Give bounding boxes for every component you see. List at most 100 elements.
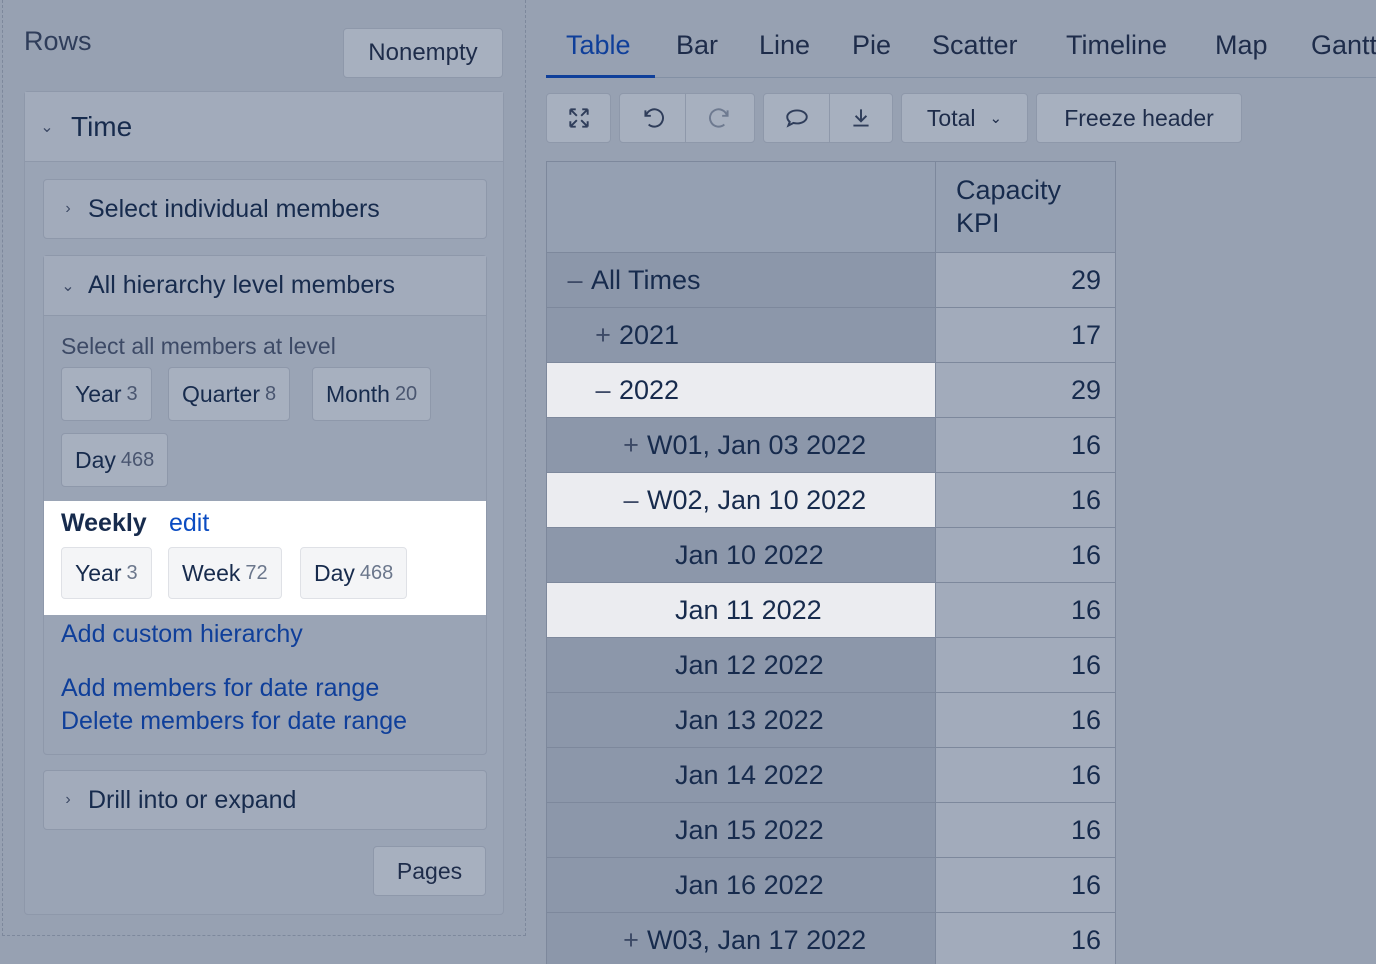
row-header-label: Jan 12 2022 [675, 649, 824, 680]
expand-icon[interactable]: + [619, 430, 643, 461]
row-header-label: Jan 15 2022 [675, 814, 824, 845]
level-name: Month [326, 380, 390, 407]
row-header-label: W01, Jan 03 2022 [647, 429, 867, 460]
level-chip-month[interactable]: Month 20 [312, 367, 432, 421]
tab-timeline[interactable]: Timeline [1066, 30, 1167, 61]
tab-scatter[interactable]: Scatter [932, 30, 1018, 61]
value-cell: 16 [935, 802, 1116, 858]
time-dimension-header[interactable]: ⌄ Time [25, 92, 503, 162]
level-count: 8 [264, 382, 277, 405]
row-header-cell[interactable]: – W02, Jan 10 2022 [546, 472, 936, 528]
nonempty-button[interactable]: Nonempty [343, 28, 503, 78]
tab-bar[interactable]: Bar [676, 30, 718, 61]
row-header-cell[interactable]: +2021 [546, 307, 936, 363]
time-dimension-box: ⌄ Time › Select individual members ⌄ All… [24, 91, 504, 915]
download-icon [853, 109, 869, 127]
column-header-line1: Capacity [956, 175, 1062, 205]
level-chip-day[interactable]: Day 468 [61, 433, 169, 487]
row-header-cell[interactable]: –2022 [546, 362, 936, 418]
table-row: Jan 10 2022 16 [546, 527, 1116, 583]
row-header-cell[interactable]: – All Times [546, 252, 936, 308]
table-row: Jan 13 2022 16 [546, 692, 1116, 748]
row-header-label: All Times [591, 264, 701, 295]
table-row: +2021 17 [546, 307, 1116, 363]
delete-date-range-link[interactable]: Delete members for date range [61, 707, 407, 736]
table-row: –2022 29 [546, 362, 1116, 418]
chevron-right-icon: › [65, 200, 71, 217]
row-header-cell[interactable]: + W01, Jan 03 2022 [546, 417, 936, 473]
all-hierarchy-level-members-header[interactable]: ⌄ All hierarchy level members [44, 256, 486, 316]
row-header-cell[interactable]: + W03, Jan 17 2022 [546, 912, 936, 964]
chevron-down-icon: ⌄ [61, 277, 75, 295]
comment-button[interactable] [763, 93, 830, 143]
row-header-label: Jan 16 2022 [675, 869, 824, 900]
value-cell: 16 [935, 912, 1116, 964]
weekly-chip-week[interactable]: Week 72 [168, 547, 282, 599]
select-individual-members-label: Select individual members [88, 194, 380, 223]
tab-line[interactable]: Line [759, 30, 810, 61]
weekly-chip-year[interactable]: Year 3 [61, 547, 152, 599]
column-header-line2: KPI [956, 208, 1000, 238]
select-all-level-label: Select all members at level [61, 333, 336, 359]
level-name: Year [75, 380, 122, 407]
value-cell: 16 [935, 747, 1116, 803]
row-header-label: W02, Jan 10 2022 [647, 484, 867, 515]
tab-map[interactable]: Map [1215, 30, 1268, 61]
row-header-cell[interactable]: Jan 14 2022 [546, 747, 936, 803]
row-header-cell[interactable]: Jan 13 2022 [546, 692, 936, 748]
level-chip-quarter[interactable]: Quarter 8 [168, 367, 291, 421]
undo-button[interactable] [619, 93, 686, 143]
row-header-cell[interactable]: Jan 12 2022 [546, 637, 936, 693]
row-header-cell[interactable]: Jan 15 2022 [546, 802, 936, 858]
level-name: Week [182, 559, 241, 586]
table-row: Jan 15 2022 16 [546, 802, 1116, 858]
fullscreen-button[interactable] [546, 93, 611, 143]
chevron-down-icon: ⌄ [989, 110, 1003, 127]
weekly-chip-day[interactable]: Day 468 [300, 547, 408, 599]
value-cell: 29 [935, 362, 1116, 418]
add-custom-hierarchy-link[interactable]: Add custom hierarchy [61, 620, 303, 649]
expand-icon[interactable]: + [591, 320, 615, 351]
redo-button[interactable] [685, 93, 755, 143]
column-header-capacity-kpi[interactable]: Capacity KPI [935, 161, 1116, 253]
chevron-right-icon: › [65, 791, 71, 808]
select-individual-members-section[interactable]: › Select individual members [43, 179, 487, 239]
rows-title: Rows [24, 26, 92, 56]
value-cell: 16 [935, 637, 1116, 693]
add-date-range-link[interactable]: Add members for date range [61, 674, 379, 703]
active-tab-underline [546, 75, 655, 78]
row-header-cell[interactable]: Jan 16 2022 [546, 857, 936, 913]
total-dropdown[interactable]: Total ⌄ [901, 93, 1028, 143]
row-header-label: Jan 10 2022 [675, 539, 824, 570]
view-tabs: Table Bar Line Pie Scatter Timeline Map … [546, 30, 1376, 78]
value-cell: 16 [935, 857, 1116, 913]
weekly-edit-link[interactable]: edit [169, 509, 209, 538]
collapse-icon[interactable]: – [563, 265, 587, 296]
freeze-header-button[interactable]: Freeze header [1036, 93, 1242, 143]
row-header-label: 2021 [619, 319, 680, 350]
row-header-label: 2022 [619, 374, 680, 405]
tab-table[interactable]: Table [566, 30, 631, 61]
row-header-label: Jan 13 2022 [675, 704, 824, 735]
value-cell: 16 [935, 417, 1116, 473]
collapse-icon[interactable]: – [591, 375, 615, 406]
table-row: Jan 16 2022 16 [546, 857, 1116, 913]
row-header-cell[interactable]: Jan 11 2022 [546, 582, 936, 638]
collapse-icon[interactable]: – [619, 485, 643, 516]
level-chip-year[interactable]: Year 3 [61, 367, 152, 421]
tab-pie[interactable]: Pie [852, 30, 891, 61]
drill-into-expand-label: Drill into or expand [88, 785, 297, 814]
tab-gantt[interactable]: Gantt [1311, 30, 1376, 61]
undo-icon [643, 108, 664, 128]
pages-button[interactable]: Pages [373, 846, 486, 896]
level-name: Year [75, 559, 122, 586]
level-count: 3 [126, 382, 138, 405]
expand-icon[interactable]: + [619, 925, 643, 956]
fullscreen-icon [568, 108, 589, 128]
download-button[interactable] [829, 93, 893, 143]
drill-into-expand-section[interactable]: › Drill into or expand [43, 770, 487, 830]
value-cell: 16 [935, 692, 1116, 748]
row-header-cell[interactable]: Jan 10 2022 [546, 527, 936, 583]
value-cell: 17 [935, 307, 1116, 363]
row-header-label: Jan 14 2022 [675, 759, 824, 790]
